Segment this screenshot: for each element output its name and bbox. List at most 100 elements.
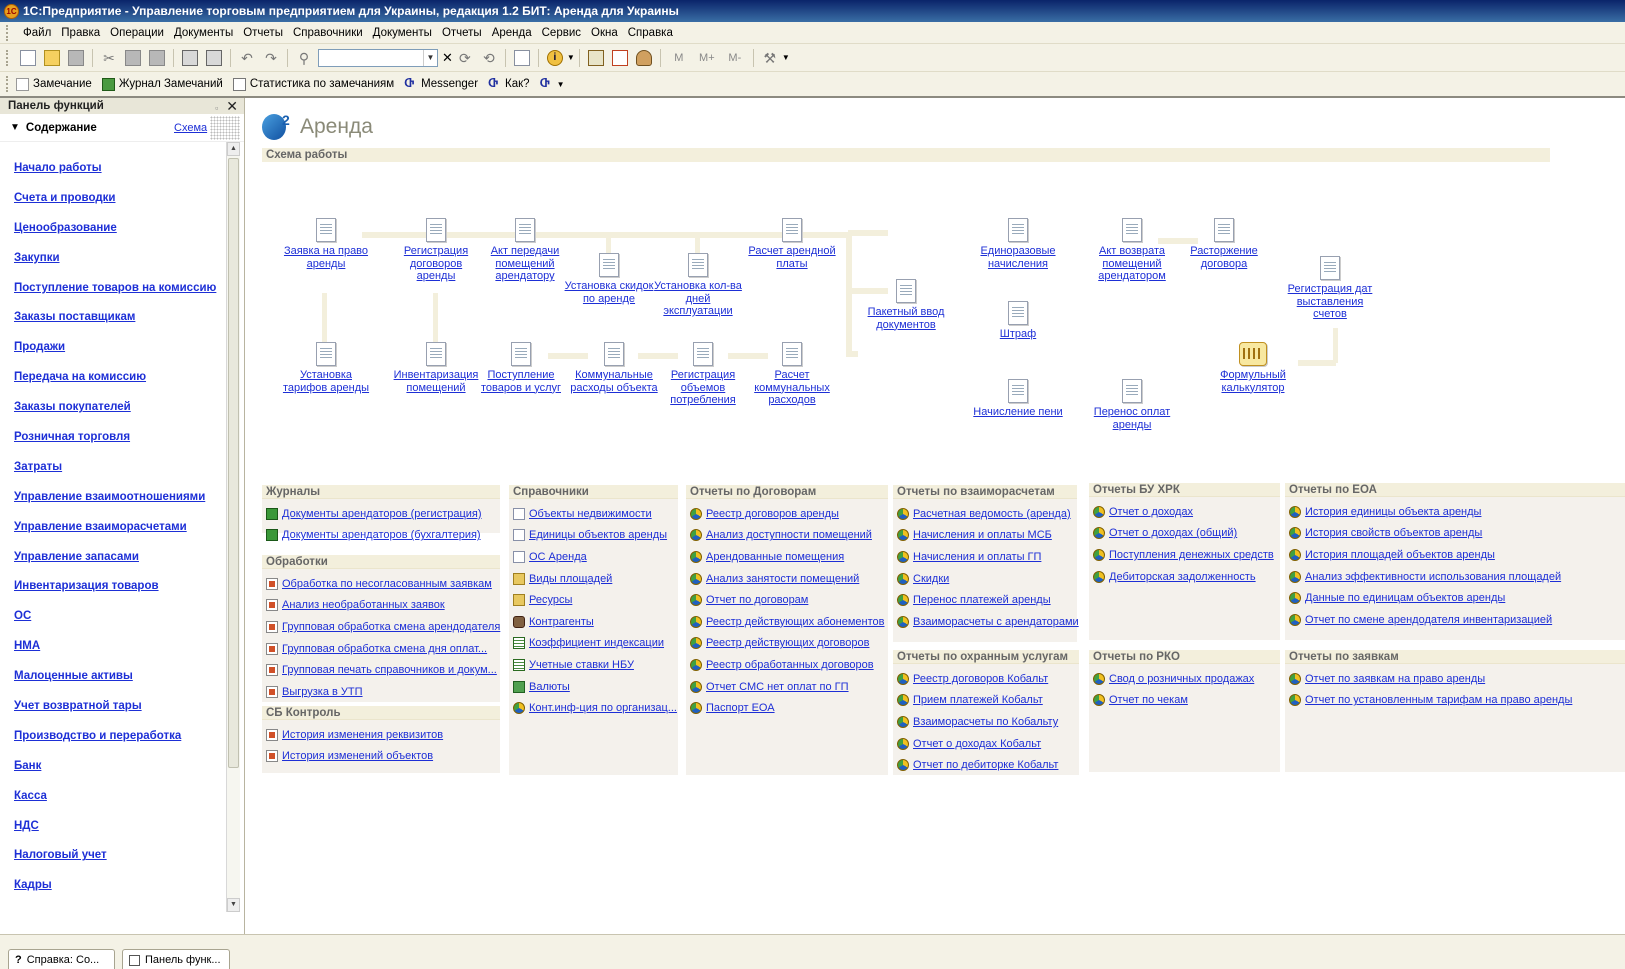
section-link[interactable]: Поступления денежных средств <box>1093 544 1280 566</box>
section-link[interactable]: Расчетная ведомость (аренда) <box>897 503 1077 525</box>
node-utility-expenses[interactable]: Коммунальные расходы объекта <box>569 342 659 394</box>
tools-icon[interactable]: ⚒ <box>762 50 778 66</box>
link-label[interactable]: Объекты недвижимости <box>529 508 652 520</box>
nav-item[interactable]: Учет возвратной тары <box>0 700 226 730</box>
search-icon[interactable]: ⚲ <box>296 50 312 66</box>
node-label[interactable]: Перенос оплат аренды <box>1094 406 1170 431</box>
print-preview-icon[interactable] <box>206 49 222 66</box>
menu-file[interactable]: Файл <box>18 27 56 39</box>
section-link[interactable]: Отчет о доходах (общий) <box>1093 523 1280 545</box>
section-link[interactable]: Реестр договоров аренды <box>690 503 888 525</box>
link-label[interactable]: Реестр договоров Кобальт <box>913 673 1048 685</box>
nav-item[interactable]: НДС <box>0 820 226 850</box>
nav-item[interactable]: Кадры <box>0 879 226 909</box>
section-link[interactable]: Отчет по установленным тарифам на право … <box>1289 690 1625 712</box>
node-payment-transfer[interactable]: Перенос оплат аренды <box>1087 379 1177 431</box>
link-label[interactable]: Расчетная ведомость (аренда) <box>913 508 1071 520</box>
section-link[interactable]: Групповая обработка смена арендодателя <box>266 616 500 638</box>
link-label[interactable]: Начисления и оплаты ГП <box>913 551 1041 563</box>
section-link[interactable]: Взаиморасчеты по Кобальту <box>897 711 1079 733</box>
windows-icon[interactable] <box>513 49 530 66</box>
cut-icon[interactable]: ✂ <box>101 50 117 66</box>
nav-item[interactable]: Банк <box>0 760 226 790</box>
link-label[interactable]: Скидки <box>913 573 949 585</box>
node-label[interactable]: Установка скидок по аренде <box>565 280 654 305</box>
link-label[interactable]: Отчет по дебиторке Кобальт <box>913 759 1058 771</box>
link-label[interactable]: История изменений объектов <box>282 750 433 762</box>
section-link[interactable]: Обработка по несогласованным заявкам <box>266 573 500 595</box>
node-contract-termination[interactable]: Расторжение договора <box>1179 218 1269 270</box>
section-link[interactable]: Объекты недвижимости <box>513 503 678 525</box>
nav-item[interactable]: Начало работы <box>0 162 226 192</box>
node-label[interactable]: Регистрация договоров аренды <box>404 245 468 282</box>
copy-icon[interactable] <box>125 49 141 66</box>
menu-reports[interactable]: Отчеты <box>238 27 288 39</box>
node-label[interactable]: Регистрация объемов потребления <box>670 369 736 406</box>
link-label[interactable]: Реестр действующих абонементов <box>706 616 884 628</box>
find-next-icon[interactable]: ⟳ <box>457 50 473 66</box>
paste-icon[interactable] <box>149 49 165 66</box>
section-link[interactable]: Единицы объектов аренды <box>513 525 678 547</box>
link-label[interactable]: Дебиторская задолженность <box>1109 571 1256 583</box>
nav-item[interactable]: Управление взаимоотношениями <box>0 491 226 521</box>
section-link[interactable]: Анализ доступности помещений <box>690 525 888 547</box>
link-label[interactable]: Анализ эффективности использования площа… <box>1305 571 1561 583</box>
clear-search-icon[interactable]: ✕ <box>442 50 453 66</box>
node-label[interactable]: Расторжение договора <box>1190 245 1258 270</box>
section-link[interactable]: Реестр договоров Кобальт <box>897 668 1079 690</box>
section-link[interactable]: Валюты <box>513 676 678 698</box>
link-label[interactable]: Взаиморасчеты по Кобальту <box>913 716 1058 728</box>
node-operation-days[interactable]: Установка кол-ва дней эксплуатации <box>653 253 743 318</box>
close-icon[interactable]: ✕ <box>226 98 238 114</box>
undo-icon[interactable]: ↶ <box>239 50 255 66</box>
link-label[interactable]: Отчет по заявкам на право аренды <box>1305 673 1485 685</box>
node-label[interactable]: Коммунальные расходы объекта <box>570 369 657 394</box>
messenger-button[interactable]: Ⴇ Messenger <box>404 78 478 91</box>
section-link[interactable]: История свойств объектов аренды <box>1289 523 1625 545</box>
link-label[interactable]: Анализ доступности помещений <box>706 529 872 541</box>
link-label[interactable]: Отчет по договорам <box>706 594 808 606</box>
nav-item[interactable]: Затраты <box>0 461 226 491</box>
nav-item[interactable]: Касса <box>0 790 226 820</box>
link-label[interactable]: Анализ занятости помещений <box>706 573 859 585</box>
link-label[interactable]: Виды площадей <box>529 573 612 585</box>
nav-item[interactable]: Налоговый учет <box>0 849 226 879</box>
pin-icon[interactable]: ▫ <box>215 103 218 113</box>
section-link[interactable]: Документы арендаторов (бухгалтерия) <box>266 525 500 547</box>
section-link[interactable]: Отчет по дебиторке Кобальт <box>897 754 1079 776</box>
node-label[interactable]: Инвентаризация помещений <box>394 369 479 394</box>
node-label[interactable]: Штраф <box>1000 328 1036 340</box>
chevron-down-icon[interactable]: ▼ <box>782 53 790 62</box>
section-link[interactable]: Реестр обработанных договоров <box>690 654 888 676</box>
node-consumption-registration[interactable]: Регистрация объемов потребления <box>658 342 748 407</box>
link-label[interactable]: Реестр действующих договоров <box>706 637 869 649</box>
node-fine-accrual[interactable]: Начисление пени <box>973 379 1063 419</box>
link-label[interactable]: Перенос платежей аренды <box>913 594 1051 606</box>
link-label[interactable]: Конт.инф-ция по организац... <box>529 702 677 714</box>
nav-item[interactable]: Управление запасами <box>0 551 226 581</box>
link-label[interactable]: Выгрузка в УТП <box>282 686 363 698</box>
remarks-stats-button[interactable]: Статистика по замечаниям <box>232 77 394 91</box>
node-rent-request[interactable]: Заявка на право аренды <box>281 218 371 270</box>
link-label[interactable]: Начисления и оплаты МСБ <box>913 529 1052 541</box>
node-label[interactable]: Начисление пени <box>973 406 1062 418</box>
node-formula-calculator[interactable]: Формульный калькулятор <box>1208 342 1298 394</box>
nav-item[interactable]: Передача на комиссию <box>0 371 226 401</box>
howto-button[interactable]: Ⴇ Как? <box>488 78 530 91</box>
section-link[interactable]: Взаиморасчеты с арендаторами <box>897 611 1079 633</box>
section-link[interactable]: ОС Аренда <box>513 546 678 568</box>
link-label[interactable]: Отчет по установленным тарифам на право … <box>1305 694 1572 706</box>
menu-documents-2[interactable]: Документы <box>368 27 437 39</box>
nav-item[interactable]: Управление взаиморасчетами <box>0 521 226 551</box>
scroll-up-icon[interactable]: ▲ <box>227 142 240 156</box>
link-label[interactable]: Учетные ставки НБУ <box>529 659 634 671</box>
link-label[interactable]: Групповая обработка смена арендодателя <box>282 621 500 633</box>
node-label[interactable]: Поступление товаров и услуг <box>481 369 561 394</box>
tab-help[interactable]: ? Справка: Со... <box>8 949 115 969</box>
section-link[interactable]: Отчет по чекам <box>1093 690 1280 712</box>
menu-operations[interactable]: Операции <box>105 27 169 39</box>
chevron-down-icon[interactable]: ▼ <box>567 53 575 62</box>
remark-button[interactable]: Замечание <box>16 77 92 91</box>
section-link[interactable]: История изменения реквизитов <box>266 724 500 746</box>
section-link[interactable]: Скидки <box>897 568 1077 590</box>
